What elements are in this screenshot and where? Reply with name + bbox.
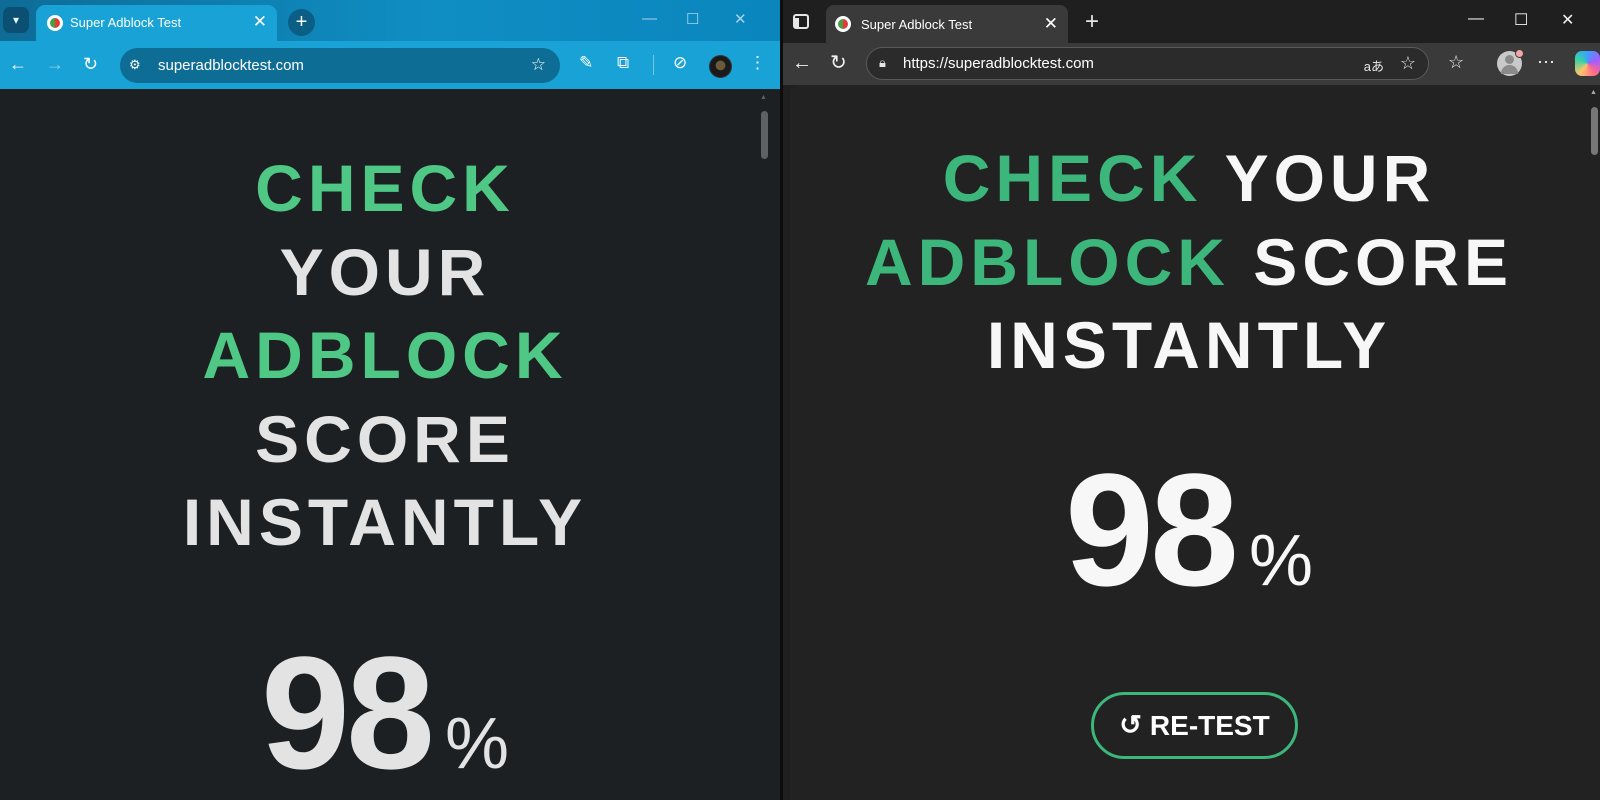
maximize-button[interactable]: ☐ bbox=[1514, 10, 1528, 30]
retest-button[interactable]: ↺ RE-TEST bbox=[1091, 692, 1298, 759]
headline: CHECK YOUR ADBLOCK SCORE INSTANTLY bbox=[0, 147, 770, 565]
tab-search-icon[interactable]: ▾ bbox=[3, 7, 29, 33]
tab-title: Super Adblock Test bbox=[861, 17, 973, 32]
headline-line-3: INSTANTLY bbox=[790, 304, 1588, 388]
profile-icon[interactable] bbox=[1497, 49, 1524, 76]
retest-label: RE-TEST bbox=[1149, 709, 1270, 741]
score-unit: % bbox=[1248, 521, 1313, 601]
headline-word-check: CHECK bbox=[942, 141, 1203, 215]
menu-dots-icon[interactable]: ⋮ bbox=[749, 53, 766, 73]
tab-strip: Super Adblock Test ✕ + — ☐ ✕ bbox=[783, 0, 1600, 43]
read-aloud-icon[interactable]: aあ bbox=[1364, 56, 1384, 75]
toolbar: ← → ↻ ⚙ superadblocktest.com ☆ ✎ ⧉ ⊘ ⋮ bbox=[0, 41, 780, 89]
eyedropper-icon[interactable]: ✎ bbox=[579, 53, 593, 73]
page-content: CHECK YOUR ADBLOCK SCORE INSTANTLY 98% ↺… bbox=[790, 85, 1600, 800]
favicon-icon bbox=[47, 15, 63, 31]
lock-icon[interactable]: 🔒︎ bbox=[879, 55, 886, 71]
score-value: 98 bbox=[261, 623, 435, 800]
toolbar-divider bbox=[653, 55, 654, 75]
favicon-icon bbox=[835, 16, 851, 32]
active-tab[interactable]: Super Adblock Test ✕ bbox=[36, 5, 277, 41]
close-icon[interactable]: ✕ bbox=[1044, 14, 1058, 34]
new-tab-button[interactable]: + bbox=[288, 9, 315, 36]
headline-word-score: SCORE bbox=[1253, 224, 1514, 299]
more-icon[interactable]: ⋯ bbox=[1537, 52, 1555, 73]
scroll-up-icon[interactable]: ▲ bbox=[760, 94, 767, 101]
chrome-window: ▾ Super Adblock Test ✕ + — ☐ ✕ ← → ↻ ⚙ s… bbox=[0, 0, 780, 800]
back-icon[interactable]: ← bbox=[792, 52, 812, 74]
headline-word-instantly: INSTANTLY bbox=[986, 308, 1392, 382]
performance-icon[interactable]: ⊘ bbox=[673, 53, 687, 73]
scroll-up-icon[interactable]: ▲ bbox=[1590, 89, 1597, 96]
favorite-star-icon[interactable]: ☆ bbox=[1400, 53, 1416, 74]
vertical-tabs-icon[interactable] bbox=[793, 14, 809, 29]
favorites-icon[interactable]: ☆ bbox=[1448, 52, 1464, 73]
back-icon[interactable]: ← bbox=[9, 54, 27, 74]
bookmark-star-icon[interactable]: ☆ bbox=[531, 55, 546, 75]
headline-word-check: CHECK bbox=[255, 151, 515, 225]
scrollbar-thumb[interactable] bbox=[1591, 107, 1598, 155]
url-text[interactable]: superadblocktest.com bbox=[158, 57, 304, 74]
toolbar: ← ↻ 🔒︎ https://superadblocktest.com aあ ☆… bbox=[783, 43, 1600, 85]
headline-line-2: ADBLOCK SCORE bbox=[790, 221, 1588, 305]
refresh-icon: ↺ bbox=[1119, 710, 1142, 740]
site-info-icon[interactable]: ⚙ bbox=[129, 57, 141, 73]
page-content: CHECK YOUR ADBLOCK SCORE INSTANTLY 98% ▲ bbox=[0, 91, 770, 800]
headline-word-your: YOUR bbox=[1224, 141, 1436, 215]
new-tab-button[interactable]: + bbox=[1085, 8, 1099, 36]
headline-word-score: SCORE bbox=[255, 401, 515, 476]
score-display: 98% bbox=[0, 621, 770, 800]
reload-icon[interactable]: ↻ bbox=[830, 52, 847, 74]
profile-avatar-icon[interactable] bbox=[709, 55, 732, 78]
scrollbar[interactable]: ▲ bbox=[758, 91, 770, 800]
forward-icon[interactable]: → bbox=[46, 54, 64, 74]
reload-icon[interactable]: ↻ bbox=[83, 54, 98, 74]
headline-word-adblock: ADBLOCK bbox=[202, 318, 568, 392]
address-bar[interactable]: ⚙ superadblocktest.com ☆ bbox=[120, 48, 560, 83]
close-window-button[interactable]: ✕ bbox=[734, 10, 747, 28]
minimize-button[interactable]: — bbox=[642, 10, 657, 27]
copilot-icon[interactable] bbox=[1575, 51, 1600, 76]
headline: CHECK YOUR ADBLOCK SCORE INSTANTLY bbox=[790, 137, 1588, 388]
scrollbar[interactable]: ▲ bbox=[1588, 85, 1600, 800]
tab-strip: ▾ Super Adblock Test ✕ + — ☐ ✕ bbox=[0, 0, 780, 41]
close-window-button[interactable]: ✕ bbox=[1561, 10, 1574, 30]
active-tab[interactable]: Super Adblock Test ✕ bbox=[826, 5, 1068, 43]
score-value: 98 bbox=[1065, 440, 1239, 619]
edge-window: Super Adblock Test ✕ + — ☐ ✕ ← ↻ 🔒︎ http… bbox=[783, 0, 1600, 800]
headline-word-instantly: INSTANTLY bbox=[182, 485, 588, 559]
scrollbar-thumb[interactable] bbox=[761, 111, 768, 159]
address-bar[interactable]: 🔒︎ https://superadblocktest.com aあ ☆ bbox=[866, 47, 1429, 80]
minimize-button[interactable]: — bbox=[1468, 10, 1484, 28]
url-text[interactable]: https://superadblocktest.com bbox=[903, 55, 1094, 72]
notification-dot bbox=[1515, 49, 1524, 58]
extensions-icon[interactable]: ⧉ bbox=[617, 53, 629, 73]
score-unit: % bbox=[444, 704, 509, 784]
close-icon[interactable]: ✕ bbox=[253, 12, 267, 32]
score-display: 98% bbox=[790, 438, 1588, 622]
headline-word-adblock: ADBLOCK bbox=[864, 224, 1230, 299]
tab-title: Super Adblock Test bbox=[70, 15, 182, 30]
headline-word-your: YOUR bbox=[279, 234, 491, 309]
maximize-button[interactable]: ☐ bbox=[686, 10, 699, 28]
headline-line-1: CHECK YOUR bbox=[790, 137, 1588, 221]
